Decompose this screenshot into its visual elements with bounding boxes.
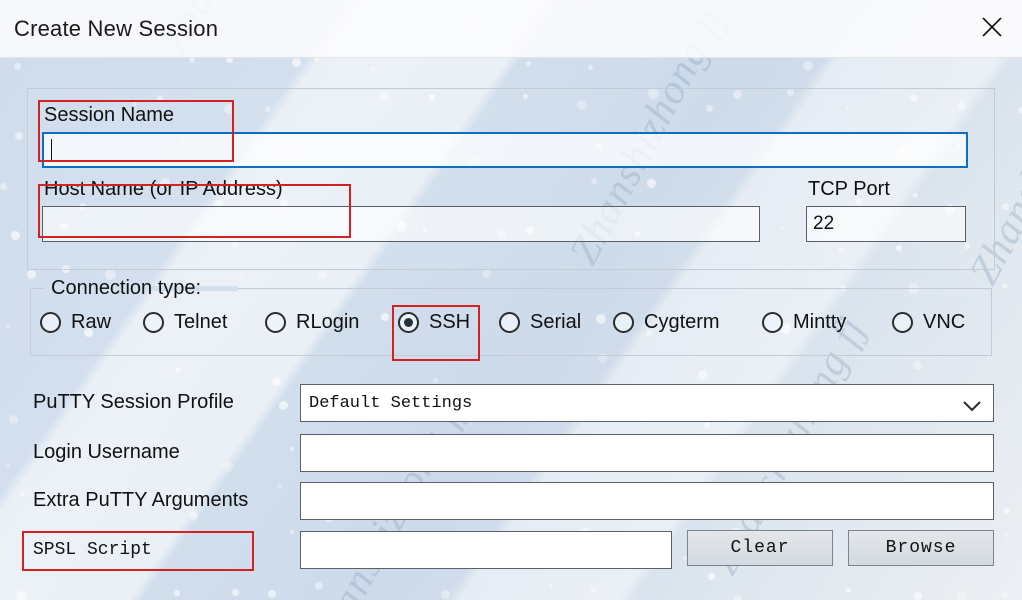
- browse-button[interactable]: Browse: [848, 530, 994, 566]
- radio-icon: [265, 311, 286, 333]
- radio-label: SSH: [429, 310, 471, 333]
- radio-telnet[interactable]: Telnet: [143, 306, 227, 338]
- radio-icon-selected: [398, 311, 419, 333]
- radio-rlogin[interactable]: RLogin: [265, 306, 359, 338]
- connection-type-legend: Connection type:: [51, 277, 202, 299]
- putty-profile-label: PuTTY Session Profile: [33, 391, 234, 413]
- radio-icon: [892, 311, 913, 333]
- radio-vnc[interactable]: VNC: [892, 306, 965, 338]
- session-name-input[interactable]: [42, 132, 968, 168]
- radio-icon: [762, 311, 783, 333]
- extra-args-label: Extra PuTTY Arguments: [33, 489, 249, 511]
- tcp-port-input[interactable]: 22: [806, 206, 966, 242]
- chevron-down-icon: [963, 399, 981, 418]
- radio-icon: [613, 311, 634, 333]
- radio-label: VNC: [923, 310, 966, 333]
- radio-cygterm[interactable]: Cygterm: [613, 306, 720, 338]
- radio-raw[interactable]: Raw: [40, 306, 111, 338]
- radio-mintty[interactable]: Mintty: [762, 306, 846, 338]
- radio-icon: [499, 311, 520, 333]
- radio-serial[interactable]: Serial: [499, 306, 581, 338]
- session-name-label: Session Name: [44, 104, 175, 126]
- page-title: Create New Session: [14, 16, 219, 41]
- tcp-port-label: TCP Port: [808, 178, 890, 200]
- login-username-label: Login Username: [33, 441, 180, 463]
- title-bar: Create New Session: [0, 0, 1022, 58]
- tcp-port-value: 22: [813, 213, 835, 234]
- radio-label: Telnet: [174, 310, 228, 333]
- login-username-input[interactable]: [300, 434, 994, 472]
- radio-ssh[interactable]: SSH: [398, 306, 470, 338]
- create-new-session-dialog: Zhanshizhong fjZhanshizhong fjZhanshizho…: [0, 0, 1022, 600]
- radio-label: Cygterm: [644, 310, 720, 333]
- radio-icon: [143, 311, 164, 333]
- dialog-body: Session Name Host Name (or IP Address) T…: [0, 58, 1022, 600]
- clear-button[interactable]: Clear: [687, 530, 833, 566]
- spsl-script-label: SPSL Script: [33, 540, 152, 560]
- host-name-label: Host Name (or IP Address): [44, 178, 283, 200]
- text-caret: [51, 139, 52, 161]
- putty-profile-value: Default Settings: [309, 393, 473, 413]
- radio-label: RLogin: [296, 310, 360, 333]
- radio-label: Serial: [530, 310, 582, 333]
- putty-profile-select[interactable]: Default Settings: [300, 384, 994, 422]
- spsl-script-input[interactable]: [300, 531, 672, 569]
- close-icon[interactable]: [968, 5, 1016, 51]
- radio-icon: [40, 311, 61, 333]
- extra-args-input[interactable]: [300, 482, 994, 520]
- host-name-input[interactable]: [42, 206, 760, 242]
- radio-label: Raw: [71, 310, 112, 333]
- radio-label: Mintty: [793, 310, 847, 333]
